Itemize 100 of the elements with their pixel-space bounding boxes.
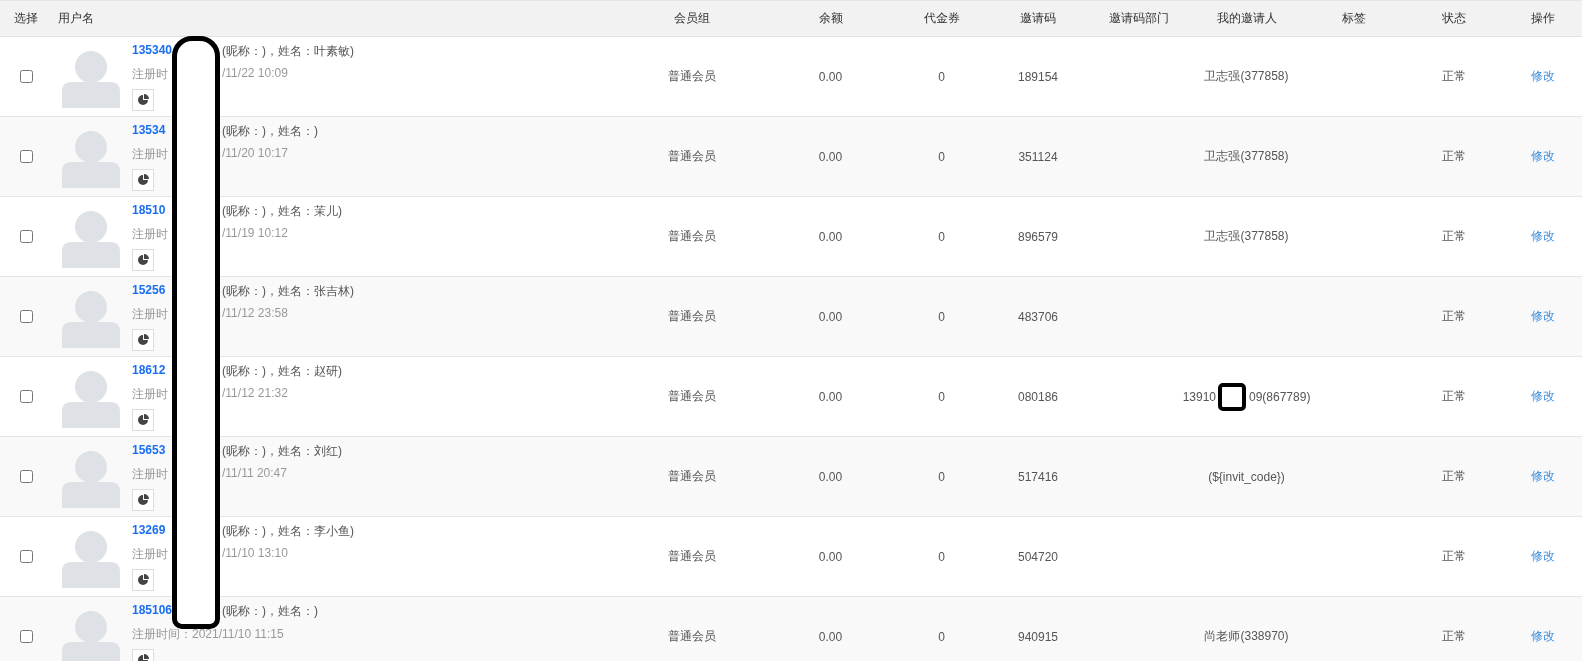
column-header: 会员组 xyxy=(674,10,710,27)
voucher-count: 0 xyxy=(938,549,945,564)
voucher-count: 0 xyxy=(938,629,945,644)
row-checkbox[interactable] xyxy=(19,150,33,163)
stats-button[interactable] xyxy=(132,88,154,111)
row-checkbox[interactable] xyxy=(19,470,33,483)
pie-chart-icon xyxy=(137,573,149,586)
invite-code: 080186 xyxy=(1017,389,1058,404)
voucher-count: 0 xyxy=(938,469,945,484)
status: 正常 xyxy=(1442,388,1466,405)
user-phone[interactable]: 185106 xyxy=(132,602,173,620)
inviter: (${invit_code}) xyxy=(1208,469,1285,484)
user-name-text: (昵称：)，姓名：李小鱼) xyxy=(222,522,354,540)
status: 正常 xyxy=(1442,468,1466,485)
user-name-text: (昵称：)，姓名：张吉林) xyxy=(222,282,354,300)
member-group: 普通会员 xyxy=(668,388,716,405)
status: 正常 xyxy=(1442,68,1466,85)
pie-chart-icon xyxy=(137,413,149,426)
status: 正常 xyxy=(1442,628,1466,645)
invite-code: 189154 xyxy=(1017,69,1058,84)
pie-chart-icon xyxy=(137,253,149,266)
invite-code: 517416 xyxy=(1017,469,1058,484)
balance: 0.00 xyxy=(818,389,843,404)
register-time: /11/19 10:12 xyxy=(222,225,288,242)
register-time: /11/10 13:10 xyxy=(222,545,288,562)
balance: 0.00 xyxy=(818,229,843,244)
edit-link[interactable]: 修改 xyxy=(1530,548,1555,565)
column-header: 代金券 xyxy=(923,10,960,27)
member-group: 普通会员 xyxy=(668,68,716,85)
register-time: 注册时 xyxy=(132,225,168,243)
balance: 0.00 xyxy=(818,69,843,84)
stats-button[interactable] xyxy=(132,568,154,591)
edit-link[interactable]: 修改 xyxy=(1530,388,1555,405)
status: 正常 xyxy=(1442,148,1466,165)
invite-code: 351124 xyxy=(1018,149,1058,164)
invite-code: 504720 xyxy=(1017,549,1058,564)
balance: 0.00 xyxy=(818,309,843,324)
row-checkbox[interactable] xyxy=(19,550,33,563)
edit-link[interactable]: 修改 xyxy=(1530,148,1555,165)
member-group: 普通会员 xyxy=(668,548,716,565)
invite-code: 940915 xyxy=(1017,629,1058,644)
stats-button[interactable] xyxy=(132,168,154,191)
pie-chart-icon xyxy=(137,333,149,346)
voucher-count: 0 xyxy=(938,309,945,324)
status: 正常 xyxy=(1442,308,1466,325)
user-name-text: (昵称：)，姓名：赵研) xyxy=(222,362,342,380)
user-phone[interactable]: 15653 xyxy=(132,442,166,460)
edit-link[interactable]: 修改 xyxy=(1530,228,1555,245)
stats-button[interactable] xyxy=(132,248,154,271)
voucher-count: 0 xyxy=(938,229,945,244)
register-time: 注册时 xyxy=(132,65,168,83)
register-time: 注册时 xyxy=(132,385,168,403)
inviter: 尚老师(338970) xyxy=(1204,628,1289,645)
edit-link[interactable]: 修改 xyxy=(1530,468,1555,485)
balance: 0.00 xyxy=(818,549,843,564)
user-name-text: (昵称：)，姓名：茉儿) xyxy=(222,202,342,220)
column-header: 我的邀请人 xyxy=(1216,10,1277,27)
stats-button[interactable] xyxy=(132,328,154,351)
user-phone[interactable]: 18612 xyxy=(132,362,166,380)
user-phone[interactable]: 15256 xyxy=(132,282,166,300)
user-name-text: (昵称：)，姓名：叶素敏) xyxy=(222,42,354,60)
member-group: 普通会员 xyxy=(668,308,716,325)
column-header: 选择 xyxy=(14,10,38,27)
inviter: 卫志强(377858) xyxy=(1204,228,1289,245)
row-checkbox[interactable] xyxy=(19,230,33,243)
column-header: 状态 xyxy=(1442,10,1466,27)
invite-code: 896579 xyxy=(1017,229,1058,244)
pie-chart-icon xyxy=(137,93,149,106)
member-group: 普通会员 xyxy=(668,468,716,485)
balance: 0.00 xyxy=(818,469,843,484)
stats-button[interactable] xyxy=(132,408,154,431)
edit-link[interactable]: 修改 xyxy=(1530,628,1555,645)
member-group: 普通会员 xyxy=(668,628,716,645)
user-phone[interactable]: 13269 xyxy=(132,522,166,540)
row-checkbox[interactable] xyxy=(19,310,33,323)
inviter: 13910 xyxy=(1182,389,1216,404)
user-name-text: (昵称：)，姓名：) xyxy=(222,122,318,140)
pie-chart-icon xyxy=(137,493,149,506)
stats-button[interactable] xyxy=(132,488,154,511)
column-header: 用户名 xyxy=(57,10,94,27)
balance: 0.00 xyxy=(818,629,843,644)
register-time: 注册时 xyxy=(132,305,168,323)
column-header: 操作 xyxy=(1530,10,1555,27)
row-checkbox[interactable] xyxy=(19,390,33,403)
register-time: /11/12 21:32 xyxy=(222,385,288,402)
edit-link[interactable]: 修改 xyxy=(1530,68,1555,85)
register-time: 注册时 xyxy=(132,145,168,163)
user-phone[interactable]: 18510 xyxy=(132,202,166,220)
user-phone[interactable]: 135340 xyxy=(132,42,173,60)
row-checkbox[interactable] xyxy=(19,70,33,83)
register-time: 注册时 xyxy=(132,465,168,483)
column-header: 标签 xyxy=(1341,10,1366,27)
inviter: 卫志强(377858) xyxy=(1204,148,1289,165)
redaction-mark xyxy=(1218,382,1246,411)
member-group: 普通会员 xyxy=(668,148,716,165)
inviter: 09(867789) xyxy=(1249,389,1311,404)
user-phone[interactable]: 13534 xyxy=(132,122,166,140)
edit-link[interactable]: 修改 xyxy=(1530,308,1555,325)
voucher-count: 0 xyxy=(938,149,945,164)
row-checkbox[interactable] xyxy=(19,630,33,643)
